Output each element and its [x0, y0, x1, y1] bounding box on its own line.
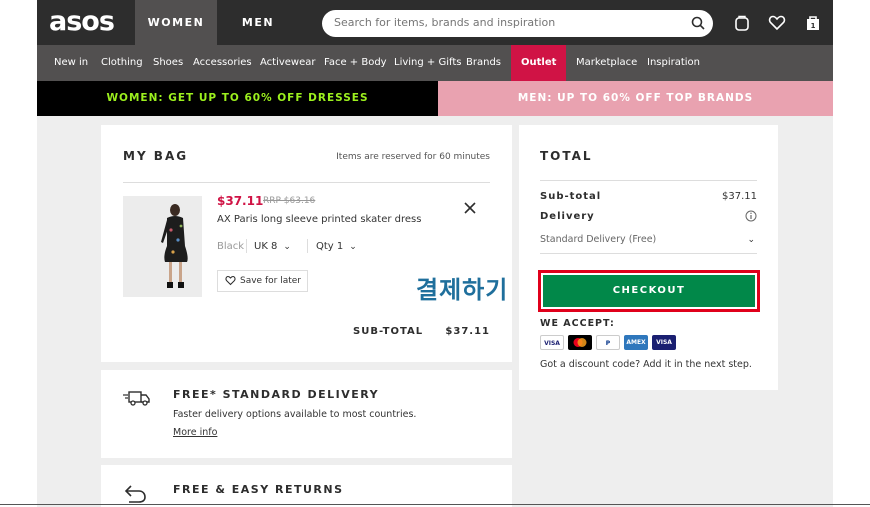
divider: [307, 239, 308, 253]
return-arrow-icon: [124, 485, 146, 503]
nav-shoes[interactable]: Shoes: [153, 45, 183, 81]
divider: [540, 180, 757, 181]
product-image[interactable]: [123, 196, 202, 297]
svg-text:1: 1: [811, 22, 816, 30]
chevron-down-icon: ⌄: [283, 242, 291, 252]
subtotal-value: $37.11: [722, 191, 757, 202]
nav-activewear[interactable]: Activewear: [260, 45, 316, 81]
nav-face-body[interactable]: Face + Body: [324, 45, 387, 81]
bag-subtotal-value: $37.11: [445, 326, 490, 337]
chevron-down-icon: ⌄: [349, 242, 357, 252]
item-rrp: RRP $63.16: [263, 196, 316, 206]
bag-subtotal-label: SUB-TOTAL: [353, 326, 424, 337]
search-input[interactable]: [334, 16, 674, 29]
delivery-truck-icon: [123, 391, 150, 406]
heart-icon[interactable]: [768, 14, 786, 32]
delivery-option: Standard Delivery (Free): [540, 234, 657, 245]
discount-text: Got a discount code? Add it in the next …: [540, 359, 752, 370]
visa-electron-icon: VISA: [652, 335, 676, 350]
tab-women[interactable]: WOMEN: [135, 0, 217, 45]
search-icon[interactable]: [691, 16, 705, 30]
more-info-link[interactable]: More info: [173, 427, 217, 438]
checkout-button[interactable]: CHECKOUT: [543, 275, 755, 307]
size-value: UK 8: [254, 241, 278, 252]
promo-women[interactable]: WOMEN: GET UP TO 60% OFF DRESSES: [37, 81, 438, 116]
checkout-highlight: CHECKOUT: [538, 270, 760, 312]
total-card: TOTAL Sub-total $37.11 Delivery Standard…: [519, 125, 778, 390]
bag-title: MY BAG: [123, 149, 189, 163]
we-accept-label: WE ACCEPT:: [540, 318, 615, 329]
nav-outlet[interactable]: Outlet: [511, 45, 567, 81]
save-label: Save for later: [240, 276, 301, 286]
nav-accessories[interactable]: Accessories: [193, 45, 252, 81]
mastercard-icon: [568, 335, 592, 350]
chevron-down-icon: ⌄: [747, 235, 755, 245]
checkout-annotation: 결제하기: [416, 276, 509, 304]
bag-card: MY BAG Items are reserved for 60 minutes…: [101, 125, 512, 362]
delivery-label: Delivery: [540, 211, 595, 222]
save-for-later-button[interactable]: Save for later: [217, 270, 308, 292]
paypal-icon: P: [596, 335, 620, 350]
returns-title: FREE & EASY RETURNS: [173, 483, 344, 496]
nav-new-in[interactable]: New in: [54, 45, 88, 81]
asos-page: asos WOMEN MEN 1 New in Clothing Shoes A…: [37, 0, 833, 507]
total-title: TOTAL: [540, 149, 593, 163]
item-color: Black: [217, 241, 245, 252]
visa-card-icon: VISA: [540, 335, 564, 350]
bottom-border: [0, 504, 870, 505]
reservation-note: Items are reserved for 60 minutes: [336, 152, 490, 162]
size-select[interactable]: UK 8 ⌄: [254, 241, 291, 252]
delivery-text: Faster delivery options available to mos…: [173, 409, 417, 420]
promo-men[interactable]: MEN: UP TO 60% OFF TOP BRANDS: [438, 81, 833, 116]
delivery-title: FREE* STANDARD DELIVERY: [173, 388, 380, 401]
divider: [123, 182, 490, 183]
amex-card-icon: AMEX: [624, 335, 648, 350]
returns-card: FREE & EASY RETURNS: [101, 465, 512, 507]
close-icon[interactable]: [463, 201, 477, 215]
tab-men[interactable]: MEN: [217, 0, 299, 45]
asos-logo[interactable]: asos: [49, 6, 115, 37]
bag-icon[interactable]: 1: [804, 14, 822, 32]
heart-icon: [225, 275, 236, 286]
info-icon[interactable]: [745, 210, 757, 222]
category-nav: New in Clothing Shoes Accessories Active…: [37, 45, 833, 81]
item-price: $37.11: [217, 194, 264, 208]
nav-living-gifts[interactable]: Living + Gifts: [394, 45, 461, 81]
item-name[interactable]: AX Paris long sleeve printed skater dres…: [217, 214, 421, 225]
nav-brands[interactable]: Brands: [466, 45, 501, 81]
top-header: asos WOMEN MEN 1: [37, 0, 833, 45]
delivery-select[interactable]: Standard Delivery (Free) ⌄: [540, 234, 757, 254]
qty-value: Qty 1: [316, 241, 344, 252]
nav-marketplace[interactable]: Marketplace: [576, 45, 637, 81]
subtotal-label: Sub-total: [540, 191, 602, 202]
delivery-card: FREE* STANDARD DELIVERY Faster delivery …: [101, 370, 512, 458]
account-icon[interactable]: [733, 14, 751, 32]
nav-inspiration[interactable]: Inspiration: [647, 45, 700, 81]
qty-select[interactable]: Qty 1 ⌄: [316, 241, 357, 252]
divider: [246, 239, 247, 253]
nav-clothing[interactable]: Clothing: [101, 45, 143, 81]
left-margin: [0, 0, 37, 507]
search-bar[interactable]: [322, 10, 713, 37]
